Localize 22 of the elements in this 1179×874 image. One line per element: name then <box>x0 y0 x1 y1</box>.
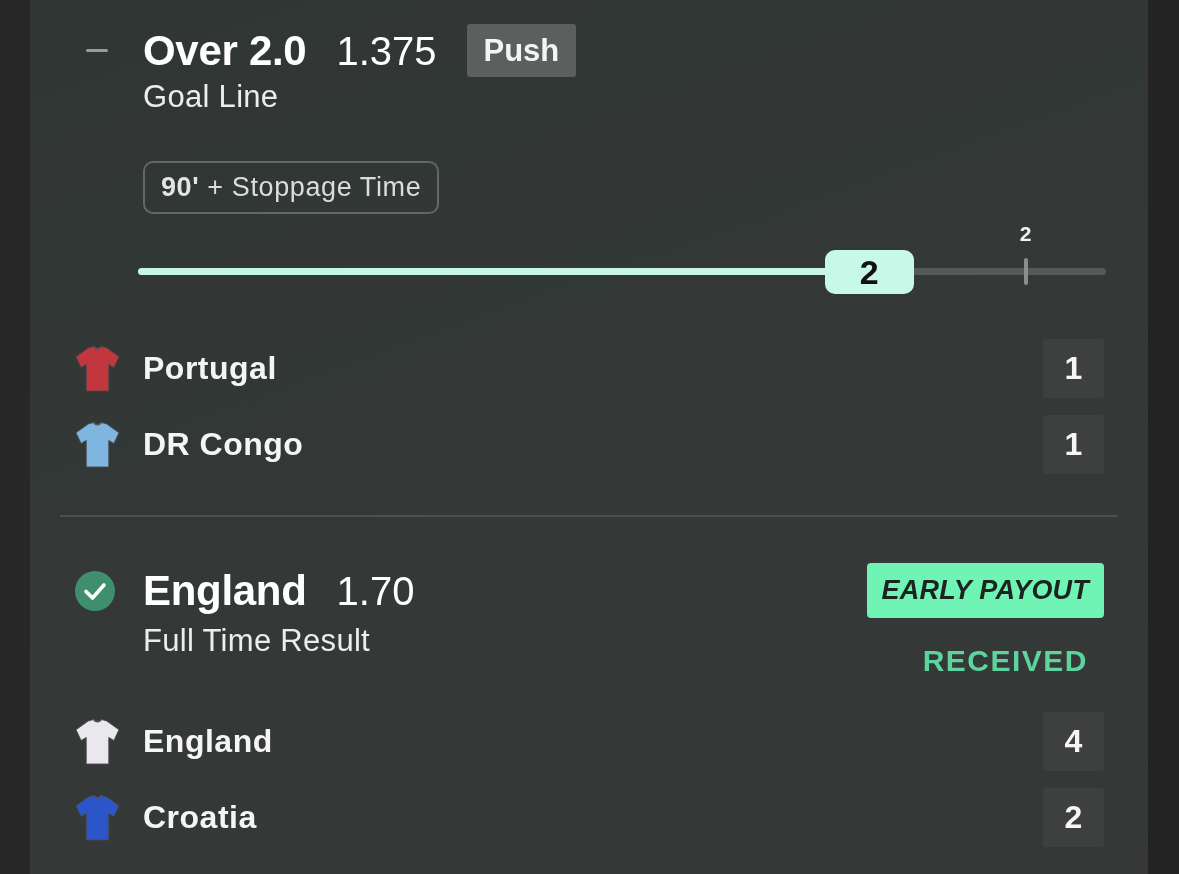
progress-thumb: 2 <box>824 250 914 294</box>
check-circle-icon <box>75 570 115 611</box>
odds-text: 1.70 <box>336 567 415 615</box>
selection-name: Over 2.0 <box>143 26 307 75</box>
push-label: Push <box>466 24 577 77</box>
team-score: 1 <box>1043 339 1104 398</box>
time-period-tag: 90' + Stoppage Time <box>143 161 440 214</box>
market-name: Goal Line <box>143 81 279 113</box>
payout-status: RECEIVED <box>922 644 1088 678</box>
market-name: Full Time Result <box>143 625 371 657</box>
odds-text: 1.375 <box>336 27 437 75</box>
team-name: DR Congo <box>143 426 304 463</box>
selection-name: England <box>143 566 307 615</box>
team-score: 4 <box>1043 712 1104 771</box>
target-label: 2 <box>1018 222 1033 246</box>
team-name: Croatia <box>143 799 257 836</box>
team-score: 1 <box>1043 415 1104 474</box>
team-name: Portugal <box>143 350 277 387</box>
team-score: 2 <box>1043 788 1104 847</box>
dash-icon <box>86 49 108 52</box>
team-name: England <box>143 723 273 760</box>
early-payout-label: EARLY PAYOUT <box>866 563 1104 618</box>
